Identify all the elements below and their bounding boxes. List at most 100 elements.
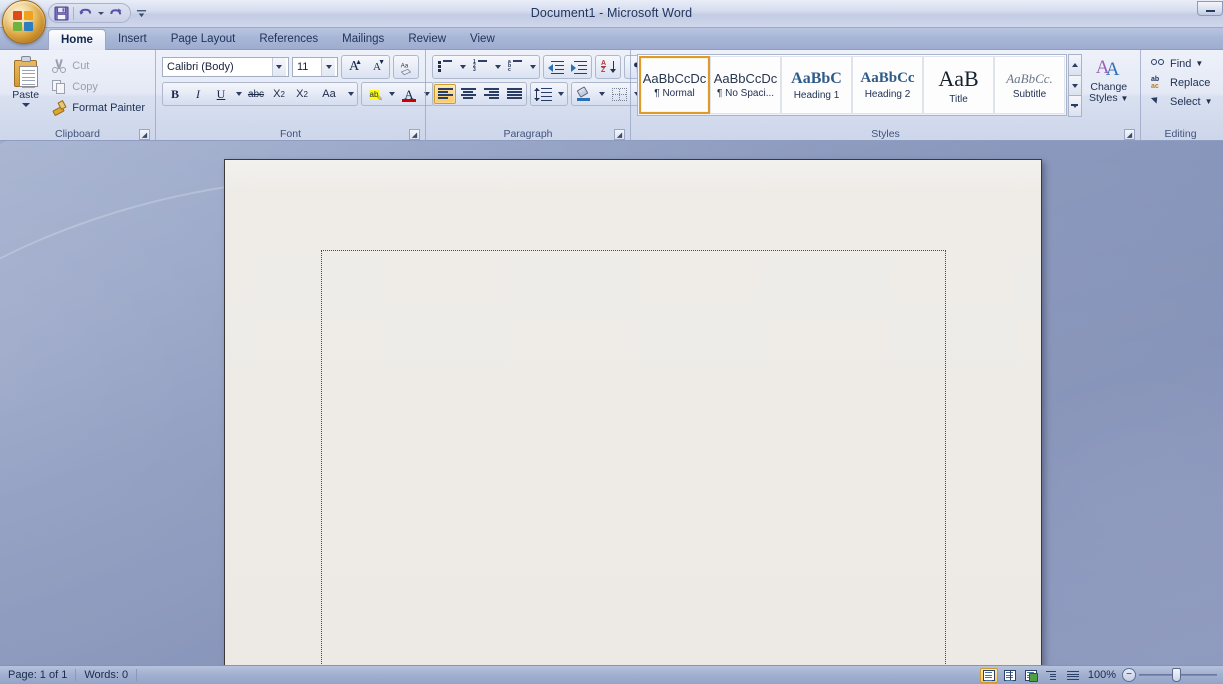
style-item-heading-2[interactable]: AaBbCc Heading 2	[852, 56, 923, 114]
superscript-button[interactable]: X2	[291, 84, 313, 104]
replace-button[interactable]: ab ac Replace	[1147, 73, 1213, 92]
view-button-full-screen-reading[interactable]	[1001, 668, 1019, 683]
style-item-heading-1[interactable]: AaBbC Heading 1	[781, 56, 852, 114]
status-word-count[interactable]: Words: 0	[76, 668, 136, 683]
align-center-button[interactable]	[457, 84, 479, 104]
status-page-indicator[interactable]: Page: 1 of 1	[0, 668, 75, 683]
font-color-button[interactable]: A	[398, 84, 420, 104]
format-painter-button[interactable]: Format Painter	[47, 98, 149, 118]
text-color-bar: ab ✎ A	[361, 82, 434, 106]
font-name-value: Calibri (Body)	[167, 61, 234, 73]
bold-button[interactable]: B	[164, 84, 186, 104]
clear-formatting-bar: Aa	[393, 55, 419, 79]
find-dropdown-icon[interactable]: ▼	[1195, 59, 1203, 68]
styles-scroll-down-button[interactable]	[1068, 74, 1082, 97]
select-dropdown-icon[interactable]: ▼	[1205, 97, 1213, 106]
outline-icon	[1045, 670, 1058, 681]
copy-button[interactable]: Copy	[47, 77, 149, 97]
cut-button[interactable]: Cut	[47, 56, 149, 76]
grow-font-button[interactable]: A ▲	[343, 57, 365, 77]
shrink-font-button[interactable]: A ▼	[366, 57, 388, 77]
change-styles-button[interactable]: AA Change Styles ▼	[1084, 54, 1134, 116]
numbering-dropdown-icon[interactable]	[492, 57, 503, 77]
align-left-button[interactable]	[434, 84, 456, 104]
style-item-subtitle[interactable]: AaBbCc. Subtitle	[994, 56, 1065, 114]
copy-icon	[51, 79, 67, 95]
strikethrough-button[interactable]: abc	[245, 84, 267, 104]
highlight-button[interactable]: ab ✎	[363, 84, 385, 104]
office-logo-icon	[13, 11, 35, 33]
view-button-print-layout[interactable]	[979, 667, 998, 683]
underline-dropdown-icon[interactable]	[233, 84, 244, 104]
align-left-icon	[437, 88, 453, 100]
change-styles-dropdown-icon[interactable]: ▼	[1121, 94, 1129, 103]
bullets-dropdown-icon[interactable]	[457, 57, 468, 77]
sort-button[interactable]: AZ	[597, 57, 619, 77]
view-button-draft[interactable]	[1064, 668, 1082, 683]
draft-icon	[1066, 670, 1079, 681]
clear-formatting-button[interactable]: Aa	[395, 57, 417, 77]
shading-button[interactable]	[573, 84, 595, 104]
underline-button[interactable]: U	[210, 84, 232, 104]
shrink-arrow-icon: ▼	[378, 59, 385, 66]
italic-button[interactable]: I	[187, 84, 209, 104]
office-button[interactable]	[2, 0, 46, 44]
font-name-dropdown-icon[interactable]	[271, 58, 286, 76]
change-case-dropdown-icon[interactable]	[345, 84, 356, 104]
paragraph-dialog-launcher[interactable]: ◢	[614, 129, 625, 140]
shading-dropdown-icon[interactable]	[596, 84, 607, 104]
paste-button[interactable]: Paste	[6, 54, 45, 118]
font-dialog-launcher[interactable]: ◢	[409, 129, 420, 140]
replace-icon: ab ac	[1151, 75, 1160, 90]
tab-view[interactable]: View	[458, 29, 507, 49]
ribbon-group-clipboard: Paste Cut Copy Format Painter Clipboard …	[0, 50, 155, 141]
decrease-indent-button[interactable]	[545, 57, 567, 77]
find-button[interactable]: Find ▼	[1147, 54, 1206, 73]
select-button[interactable]: Select ▼	[1147, 92, 1216, 111]
styles-more-button[interactable]	[1068, 95, 1082, 118]
justify-button[interactable]	[503, 84, 525, 104]
bullets-button[interactable]	[434, 57, 456, 77]
highlight-dropdown-icon[interactable]	[386, 84, 397, 104]
tab-page-layout[interactable]: Page Layout	[159, 29, 248, 49]
tab-home[interactable]: Home	[48, 29, 106, 50]
tab-mailings[interactable]: Mailings	[330, 29, 396, 49]
paste-dropdown-icon[interactable]	[21, 103, 30, 107]
align-right-button[interactable]	[480, 84, 502, 104]
font-name-combobox[interactable]: Calibri (Body)	[162, 57, 289, 77]
find-label: Find	[1170, 57, 1192, 70]
change-case-button[interactable]: Aa	[314, 84, 344, 104]
style-item-no-spacing[interactable]: AaBbCcDc ¶ No Spaci...	[710, 56, 781, 114]
clipboard-group-label: Clipboard ◢	[3, 127, 152, 141]
zoom-slider[interactable]	[1139, 668, 1217, 682]
list-bar: 123 abc	[432, 55, 540, 79]
minimize-button[interactable]	[1197, 1, 1223, 16]
increase-indent-button[interactable]	[568, 57, 590, 77]
view-button-outline[interactable]	[1043, 668, 1061, 683]
style-item-normal[interactable]: AaBbCcDc ¶ Normal	[639, 56, 710, 114]
multilevel-dropdown-icon[interactable]	[527, 57, 538, 77]
style-item-title[interactable]: AaB Title	[923, 56, 994, 114]
tab-review[interactable]: Review	[396, 29, 458, 49]
font-size-dropdown-icon[interactable]	[321, 58, 335, 76]
full-screen-reading-icon	[1003, 669, 1016, 681]
clipboard-dialog-launcher[interactable]: ◢	[139, 129, 150, 140]
tab-references[interactable]: References	[247, 29, 330, 49]
font-size-combobox[interactable]: 11	[291, 57, 338, 77]
format-painter-label: Format Painter	[72, 102, 145, 114]
line-spacing-dropdown-icon[interactable]	[555, 84, 566, 104]
multilevel-list-button[interactable]: abc	[504, 57, 526, 77]
borders-button[interactable]	[608, 84, 630, 104]
zoom-level-label[interactable]: 100%	[1085, 669, 1119, 681]
line-spacing-button[interactable]	[532, 84, 554, 104]
zoom-slider-thumb[interactable]	[1172, 668, 1181, 682]
zoom-out-button[interactable]: −	[1122, 668, 1136, 682]
subscript-button[interactable]: X2	[268, 84, 290, 104]
view-button-web-layout[interactable]	[1022, 668, 1040, 683]
styles-dialog-launcher[interactable]: ◢	[1124, 129, 1135, 140]
document-page[interactable]	[224, 159, 1042, 684]
change-case-label: Aa	[322, 88, 336, 100]
numbering-button[interactable]: 123	[469, 57, 491, 77]
tab-insert[interactable]: Insert	[106, 29, 159, 49]
styles-scroll-up-button[interactable]	[1068, 54, 1082, 76]
